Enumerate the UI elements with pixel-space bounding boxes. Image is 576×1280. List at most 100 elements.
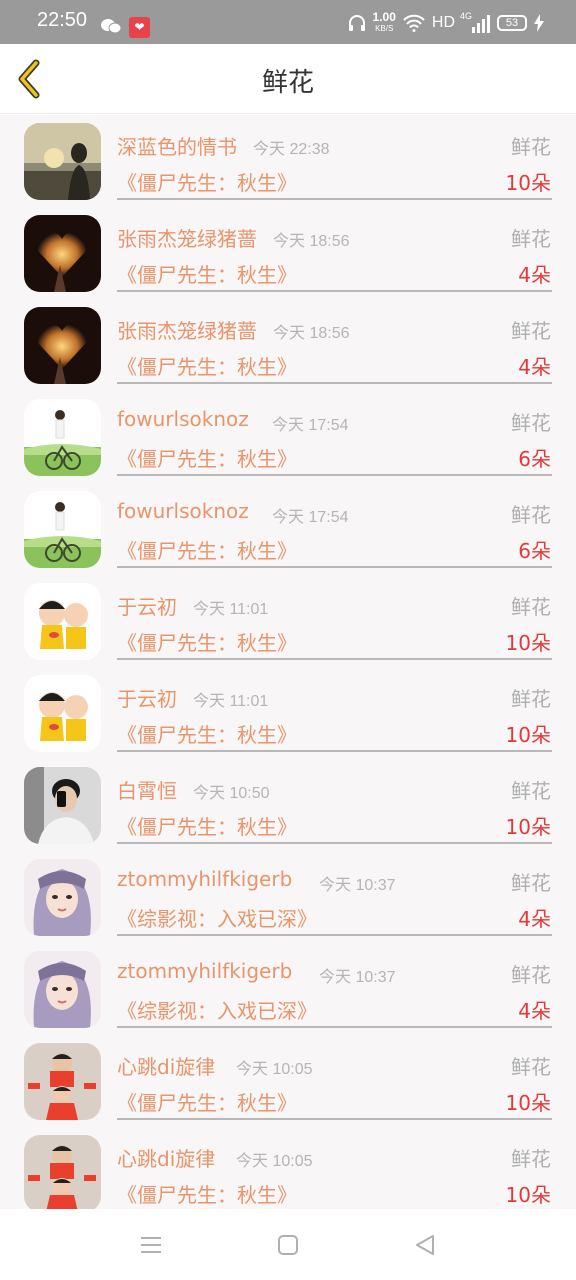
divider [117,1118,552,1120]
list-item[interactable]: fowurlsoknoz 今天 17:54 鲜花《僵尸先生：秋生》 6朵 [0,391,576,483]
work-title[interactable]: 《僵尸先生：秋生》 [117,811,297,840]
list-item[interactable]: 于云初 今天 11:01 鲜花 《僵尸先生：秋生》 10朵 [0,575,576,667]
page-header: 鲜花 [0,44,576,114]
divider [117,382,552,384]
gift-time: 今天 10:37 [319,877,396,894]
home-icon[interactable] [276,1233,300,1257]
avatar[interactable] [24,583,101,660]
avatar[interactable] [24,675,101,752]
sender-name[interactable]: 深蓝色的情书 [117,131,237,160]
charging-icon [534,14,544,32]
avatar[interactable] [24,1043,101,1120]
gift-time: 今天 10:05 [236,1061,313,1078]
sender-name[interactable]: ztommyhilfkigerb [117,959,292,983]
divider [117,290,552,292]
sender-name[interactable]: fowurlsoknoz [117,407,249,431]
list-item[interactable]: 心跳di旋律 今天 10:05 鲜花 《僵尸先生：秋生》 10朵 [0,1035,576,1127]
battery-icon: 53 [497,15,527,31]
work-title[interactable]: 《综影视：入戏已深》 [117,903,317,932]
sender-name[interactable]: 心跳di旋律 [117,1051,215,1080]
gift-time: 今天 18:56 [273,325,350,342]
gift-time: 今天 22:38 [253,141,330,158]
wifi-icon [403,14,425,32]
avatar[interactable] [24,123,101,200]
gift-count: 10朵 [505,815,551,839]
work-title[interactable]: 《僵尸先生：秋生》 [117,1087,297,1116]
avatar[interactable] [24,767,101,844]
sender-name[interactable]: fowurlsoknoz [117,499,249,523]
sender-name[interactable]: 心跳di旋律 [117,1143,215,1172]
list-item[interactable]: fowurlsoknoz 今天 17:54 鲜花 《僵尸先生：秋生》 6朵 [0,483,576,575]
gift-type: 鲜花 [511,411,551,435]
wechat-icon [101,19,122,34]
list-item[interactable]: ztommyhilfkigerb 今天 10:37 鲜花 《综影视：入戏已深》 4朵 [0,851,576,943]
gift-time: 今天 11:01 [193,601,269,618]
avatar[interactable] [24,1135,101,1209]
list-item[interactable]: 白霄恒 今天 10:50 鲜花 《僵尸先生：秋生》 10朵 [0,759,576,851]
status-bar: 22:50 ❤ 1.00 KB/S HD 4G 53 [0,0,576,44]
list-item[interactable]: ztommyhilfkigerb 今天 10:37 鲜花《综影视：入戏已深》 4朵 [0,943,576,1035]
gift-type: 鲜花 [511,503,551,527]
gift-time: 今天 10:37 [319,969,396,986]
app-notification-icon: ❤ [129,17,150,38]
divider [117,198,552,200]
avatar[interactable] [24,399,101,476]
work-title[interactable]: 《僵尸先生：秋生》 [117,1179,297,1208]
work-title[interactable]: 《僵尸先生：秋生》 [117,351,297,380]
divider [117,1026,552,1028]
gift-time: 今天 10:05 [236,1153,313,1170]
gift-type: 鲜花 [511,779,551,803]
headphones-icon [348,15,365,31]
work-title[interactable]: 《僵尸先生：秋生》 [117,535,297,564]
avatar[interactable] [24,951,101,1028]
gift-type: 鲜花 [511,1055,551,1079]
avatar[interactable] [24,491,101,568]
gift-type: 鲜花 [511,319,551,343]
gift-count: 6朵 [518,447,551,471]
back-icon[interactable] [413,1233,437,1257]
page-title: 鲜花 [261,68,314,98]
work-title[interactable]: 《僵尸先生：秋生》 [117,167,297,196]
avatar[interactable] [24,307,101,384]
divider [117,842,552,844]
gift-time: 今天 17:54 [272,417,349,434]
status-time: 22:50 [37,9,88,31]
gift-type: 鲜花 [511,227,551,251]
sender-name[interactable]: 于云初 [117,591,177,620]
sender-name[interactable]: ztommyhilfkigerb [117,867,292,891]
sender-name[interactable]: 白霄恒 [117,775,177,804]
gift-count: 6朵 [518,539,551,563]
list-item[interactable]: 张雨杰笼绿猪蔷 今天 18:56 鲜花《僵尸先生：秋生》 4朵 [0,207,576,299]
hd-label: HD [431,14,455,31]
sender-name[interactable]: 张雨杰笼绿猪蔷 [117,223,257,252]
list-item[interactable]: 张雨杰笼绿猪蔷 今天 18:56 鲜花 《僵尸先生：秋生》 4朵 [0,299,576,391]
work-title[interactable]: 《综影视：入戏已深》 [117,995,317,1024]
gift-type: 鲜花 [511,963,551,987]
gift-count: 4朵 [518,263,551,287]
divider [117,658,552,660]
gift-count: 4朵 [518,999,551,1023]
avatar[interactable] [24,859,101,936]
work-title[interactable]: 《僵尸先生：秋生》 [117,627,297,656]
sender-name[interactable]: 于云初 [117,683,177,712]
sender-name[interactable]: 张雨杰笼绿猪蔷 [117,315,257,344]
divider [117,566,552,568]
work-title[interactable]: 《僵尸先生：秋生》 [117,259,297,288]
divider [117,934,552,936]
gift-count: 10朵 [505,171,551,195]
gift-type: 鲜花 [511,687,551,711]
flower-gift-list: 深蓝色的情书 今天 22:38 鲜花 《僵尸先生：秋生》 10朵 张雨杰笼绿猪蔷 今天 18… [0,115,576,1209]
avatar[interactable] [24,215,101,292]
gift-type: 鲜花 [511,595,551,619]
network-speed: 1.00 KB/S [372,10,396,33]
list-item[interactable]: 深蓝色的情书 今天 22:38 鲜花 《僵尸先生：秋生》 10朵 [0,115,576,207]
menu-icon[interactable] [139,1233,163,1257]
list-item[interactable]: 于云初 今天 11:01 鲜花 《僵尸先生：秋生》 10朵 [0,667,576,759]
work-title[interactable]: 《僵尸先生：秋生》 [117,443,297,472]
list-item[interactable]: 心跳di旋律 今天 10:05 鲜花 《僵尸先生：秋生》 10朵 [0,1127,576,1209]
work-title[interactable]: 《僵尸先生：秋生》 [117,719,297,748]
gift-time: 今天 18:56 [273,233,350,250]
gift-type: 鲜花 [511,871,551,895]
gift-count: 10朵 [505,1183,551,1207]
signal-icon: 4G [460,11,490,33]
